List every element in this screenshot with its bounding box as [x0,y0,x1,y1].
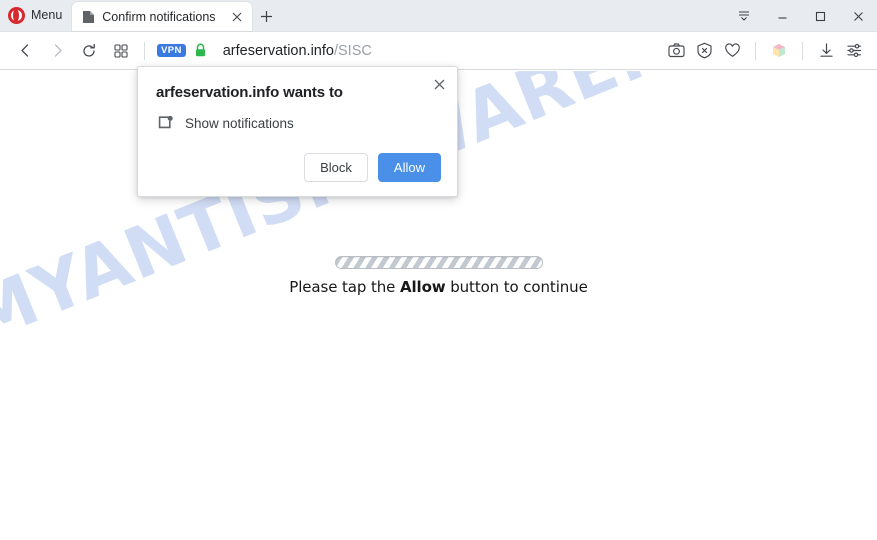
maximize-button[interactable] [801,0,839,32]
opera-menu-button[interactable]: Menu [0,0,72,31]
instruction-suffix: button to continue [445,278,588,296]
permission-label: Show notifications [185,115,294,131]
notification-permission-dialog: arfeservation.info wants to Show notific… [137,66,458,197]
page-content: Please tap the Allow button to continue [0,256,877,296]
block-button[interactable]: Block [304,153,368,182]
back-icon[interactable] [10,36,40,66]
url-host: arfeservation.info [222,42,334,59]
tab-strip: Confirm notifications [72,0,280,31]
instruction-emphasis: Allow [399,278,446,296]
secure-lock-icon[interactable] [194,43,207,58]
browser-window: Menu Confirm notifications VPN arfeserva… [0,0,877,540]
heart-icon[interactable] [719,38,745,64]
url-display[interactable]: arfeservation.info/SISC [223,43,372,59]
forward-icon[interactable] [42,36,72,66]
page-icon [82,10,95,24]
easy-setup-icon[interactable] [841,38,867,64]
tab-list-icon[interactable] [725,0,763,32]
tab-title: Confirm notifications [102,9,216,24]
toolbar-right-icons [663,38,867,64]
downloads-icon[interactable] [813,38,839,64]
navigation-toolbar: VPN arfeservation.info/SISC [0,32,877,70]
toolbar-divider-right-2 [802,41,803,60]
dialog-actions: Block Allow [154,153,441,182]
title-bar: Menu Confirm notifications [0,0,877,32]
vpn-badge[interactable]: VPN [157,44,186,57]
toolbar-divider [144,41,145,60]
allow-button[interactable]: Allow [377,153,441,182]
dialog-title: arfeservation.info wants to [156,84,343,101]
instruction-prefix: Please tap the [289,278,400,296]
permission-row: Show notifications [156,114,441,132]
nav-buttons [10,36,136,66]
opera-logo-icon [8,6,25,24]
menu-button-label: Menu [31,8,63,22]
window-controls [725,0,877,32]
instruction-text: Please tap the Allow button to continue [289,278,588,296]
snapshot-camera-icon[interactable] [663,38,689,64]
close-window-button[interactable] [839,0,877,32]
tab-close-icon[interactable] [229,9,245,25]
extension-cube-icon[interactable] [766,38,792,64]
url-path: /SISC [333,42,372,59]
ad-blocker-shield-icon[interactable] [691,38,717,64]
toolbar-divider-right-1 [755,41,756,60]
notifications-icon [156,114,174,132]
minimize-button[interactable] [763,0,801,32]
speed-dial-icon[interactable] [106,36,136,66]
dialog-close-icon[interactable] [429,74,449,94]
loading-progress-bar [334,256,543,269]
new-tab-button[interactable] [252,2,280,31]
address-bar[interactable]: VPN arfeservation.info/SISC [153,43,663,59]
reload-icon[interactable] [74,36,104,66]
browser-tab[interactable]: Confirm notifications [72,2,253,31]
